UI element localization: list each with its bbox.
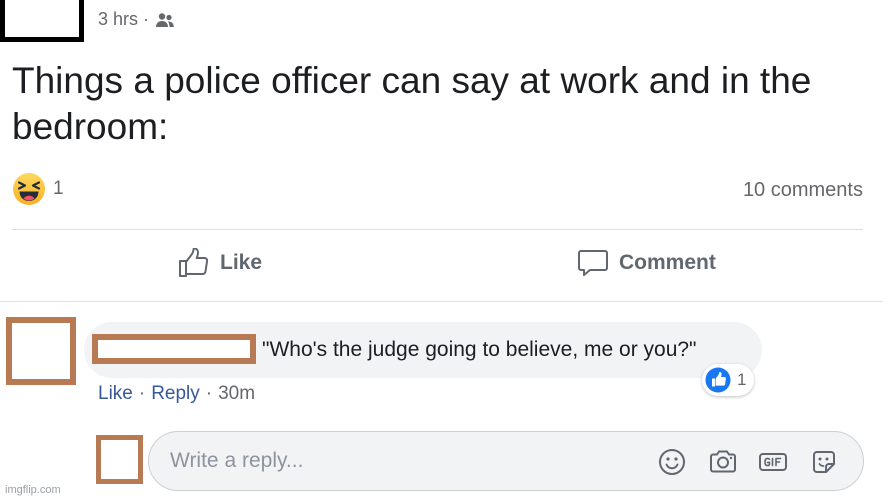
post-meta: 3 hrs · — [98, 9, 175, 30]
gif-button[interactable] — [756, 445, 790, 479]
comment-timestamp[interactable]: 30m — [218, 383, 255, 405]
comment-button[interactable]: Comment — [577, 248, 716, 278]
reply-input[interactable] — [170, 445, 630, 477]
comment-actions: Like · Reply · 30m — [98, 383, 255, 405]
comment-text: "Who's the judge going to believe, me or… — [262, 338, 697, 361]
meta-separator: · — [143, 9, 150, 29]
current-user-avatar-redacted — [96, 435, 143, 484]
comment-actions-separator: · — [138, 383, 146, 404]
imgflip-watermark: imgflip.com — [5, 484, 61, 496]
emoji-button[interactable] — [655, 445, 689, 479]
emoji-icon — [659, 449, 685, 475]
comment-reaction-badge[interactable]: 1 — [702, 364, 755, 396]
comment-like-link[interactable]: Like — [98, 383, 133, 405]
reaction-summary[interactable]: 1 — [12, 172, 64, 206]
post-author-avatar-redacted[interactable] — [0, 0, 84, 42]
camera-icon — [710, 450, 736, 473]
reaction-count: 1 — [53, 178, 64, 199]
comment-reaction-count: 1 — [737, 370, 747, 389]
like-button-label: Like — [220, 251, 263, 274]
like-button[interactable]: Like — [178, 248, 262, 278]
sticker-icon — [813, 451, 835, 473]
commenter-name-redacted[interactable] — [92, 334, 256, 364]
sticker-button[interactable] — [807, 445, 841, 479]
post-text: Things a police officer can say at work … — [12, 60, 812, 147]
friends-icon[interactable] — [155, 12, 175, 28]
haha-emoji-icon — [13, 173, 45, 205]
divider-bottom — [0, 301, 883, 302]
comment-reply-link[interactable]: Reply — [151, 383, 200, 405]
divider-top — [12, 229, 863, 230]
comments-count-link[interactable]: 10 comments — [743, 179, 863, 202]
commenter-avatar-redacted[interactable] — [6, 317, 76, 385]
camera-button[interactable] — [706, 445, 740, 479]
post-timestamp[interactable]: 3 hrs — [98, 9, 138, 30]
comment-button-label: Comment — [619, 251, 716, 274]
gif-icon — [759, 453, 787, 471]
like-reaction-icon — [705, 367, 731, 393]
thumbs-up-icon — [179, 248, 209, 277]
comment-actions-separator: · — [205, 383, 213, 404]
speech-bubble-icon — [578, 250, 608, 276]
